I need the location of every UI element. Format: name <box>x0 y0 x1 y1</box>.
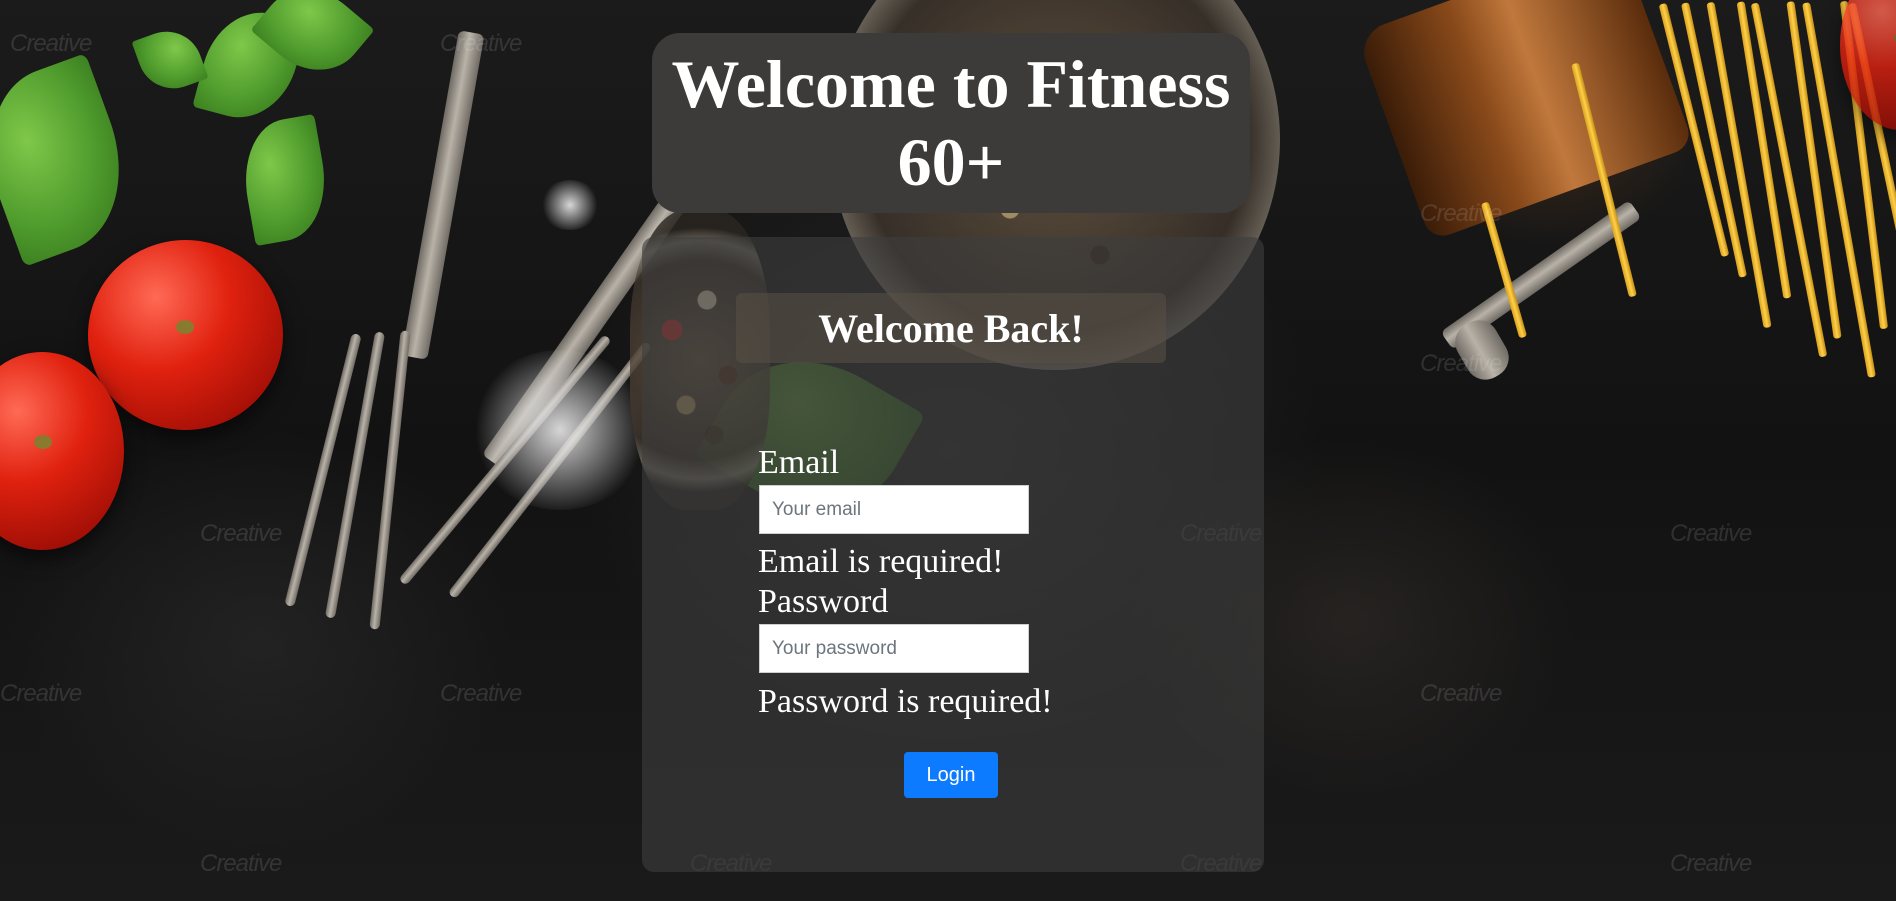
fork <box>447 340 653 600</box>
watermark: Creative <box>1420 350 1502 377</box>
password-error-message: Password is required! <box>758 683 1053 720</box>
salt-pile <box>470 350 650 510</box>
email-error-message: Email is required! <box>758 543 1004 580</box>
spaghetti <box>1736 1 1792 299</box>
pepper-grinder <box>1355 0 1695 242</box>
login-heading-box: Welcome Back! <box>736 293 1166 363</box>
page-title-box: Welcome to Fitness 60+ <box>652 33 1250 213</box>
watermark: Creative <box>1670 850 1752 877</box>
spaghetti <box>1786 1 1842 339</box>
spaghetti <box>1680 2 1748 278</box>
watermark: Creative <box>1420 680 1502 707</box>
watermark: Creative <box>0 680 82 707</box>
login-heading: Welcome Back! <box>818 305 1084 351</box>
tomato <box>0 352 124 550</box>
watermark: Creative <box>10 30 92 57</box>
fork <box>398 334 612 586</box>
watermark: Creative <box>1670 520 1752 547</box>
spaghetti <box>1839 0 1889 330</box>
basil-leaf <box>235 113 335 247</box>
email-label: Email <box>758 444 840 481</box>
tomato <box>88 240 283 430</box>
basil-leaf <box>131 21 209 99</box>
page-background: Creative Creative Creative Creative Crea… <box>0 0 1896 901</box>
password-label: Password <box>758 583 889 620</box>
page-title: Welcome to Fitness 60+ <box>671 46 1231 200</box>
watermark: Creative <box>200 520 282 547</box>
login-button[interactable]: Login <box>904 752 998 798</box>
fork <box>284 332 362 608</box>
watermark: Creative <box>440 30 522 57</box>
spaghetti <box>1480 201 1528 339</box>
watermark: Creative <box>440 680 522 707</box>
login-form: Welcome Back! Email Email is required! P… <box>642 237 1264 872</box>
fork <box>401 30 485 360</box>
spaghetti <box>1750 2 1828 358</box>
watermark: Creative <box>200 850 282 877</box>
basil-leaf <box>250 0 375 92</box>
fork <box>324 331 386 619</box>
grinder-crank <box>1440 200 1642 350</box>
fork <box>369 330 411 630</box>
spaghetti <box>1802 2 1876 378</box>
watermark: Creative <box>1420 200 1502 227</box>
basil-leaf <box>0 53 147 267</box>
spaghetti <box>1706 1 1772 329</box>
salt-pile <box>540 180 600 230</box>
grinder-crank <box>1447 313 1517 387</box>
password-field[interactable] <box>759 624 1029 673</box>
spaghetti <box>1658 2 1730 258</box>
spaghetti <box>1847 2 1896 308</box>
spaghetti <box>1571 62 1637 298</box>
basil-leaf <box>192 0 308 130</box>
email-field[interactable] <box>759 485 1029 534</box>
red-bowl <box>1840 0 1896 130</box>
